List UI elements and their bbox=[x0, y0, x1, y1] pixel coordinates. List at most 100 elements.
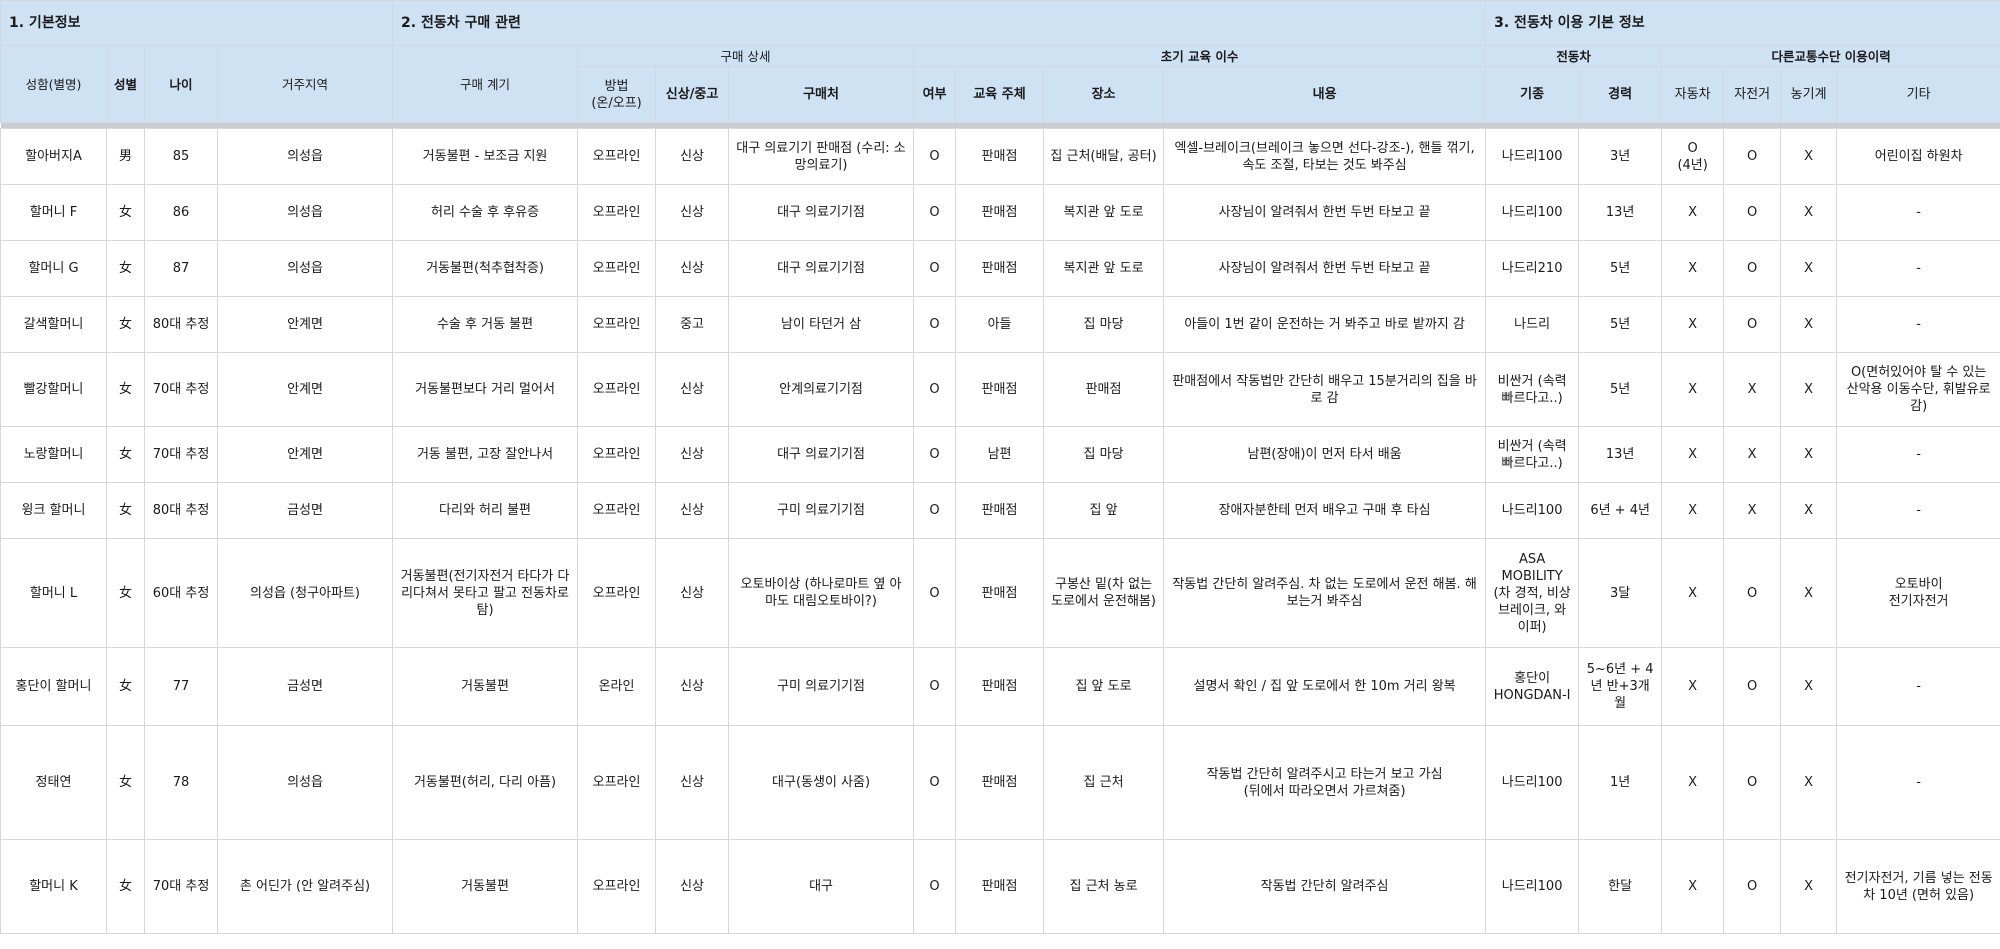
cell-region: 금성면 bbox=[216, 647, 394, 726]
col-region: 거주지역 bbox=[216, 45, 394, 123]
cell-car: X bbox=[1661, 296, 1725, 353]
cell-farm: X bbox=[1780, 128, 1838, 185]
cell-model: 비싼거 (속력 빠르다고..) bbox=[1485, 352, 1580, 427]
cell-method: 오프라인 bbox=[577, 538, 657, 648]
cell-farm: X bbox=[1780, 184, 1838, 241]
cell-gender: 女 bbox=[106, 725, 145, 840]
cell-edu-content: 사장님이 알려줘서 한번 두번 타보고 끝 bbox=[1163, 184, 1487, 241]
cell-edu-content: 작동법 간단히 알려주시고 타는거 보고 가심 (뒤에서 따라오면서 가르쳐줌) bbox=[1163, 725, 1487, 840]
cell-condition: 신상 bbox=[655, 426, 730, 483]
cell-farm: X bbox=[1780, 240, 1838, 297]
cell-place: 대구 의료기기점 bbox=[728, 426, 915, 483]
cell-experience: 한달 bbox=[1578, 839, 1663, 934]
cell-age: 86 bbox=[144, 184, 218, 241]
cell-car: O (4년) bbox=[1661, 128, 1725, 185]
cell-edu-place: 복지관 앞 도로 bbox=[1043, 184, 1165, 241]
cell-gender: 女 bbox=[106, 839, 145, 934]
cell-car: X bbox=[1661, 538, 1725, 648]
cell-bicycle: O bbox=[1723, 538, 1782, 648]
cell-condition: 신상 bbox=[655, 839, 730, 934]
cell-etc: - bbox=[1836, 184, 2000, 241]
cell-etc: 오토바이 전기자전거 bbox=[1836, 538, 2000, 648]
table-row: 할아버지A 男 85 의성읍 거동불편 - 보조금 지원 오프라인 신상 대구 의료기기 판매… bbox=[0, 128, 2000, 185]
cell-farm: X bbox=[1780, 839, 1838, 934]
cell-edu-done: O bbox=[913, 184, 957, 241]
cell-condition: 신상 bbox=[655, 647, 730, 726]
cell-experience: 5년 bbox=[1578, 296, 1663, 353]
cell-model: 나드리 bbox=[1485, 296, 1580, 353]
cell-edu-done: O bbox=[913, 296, 957, 353]
cell-bicycle: O bbox=[1723, 184, 1782, 241]
cell-experience: 3년 bbox=[1578, 128, 1663, 185]
table-body: 할아버지A 男 85 의성읍 거동불편 - 보조금 지원 오프라인 신상 대구 의료기기 판매… bbox=[0, 128, 2000, 934]
cell-car: X bbox=[1661, 240, 1725, 297]
col-experience: 경력 bbox=[1578, 66, 1663, 123]
cell-bicycle: O bbox=[1723, 240, 1782, 297]
cell-edu-done: O bbox=[913, 128, 957, 185]
col-edu-done: 여부 bbox=[913, 66, 957, 123]
cell-region: 의성읍 bbox=[216, 128, 394, 185]
group-other-transport: 다른교통수단 이용이력 bbox=[1661, 45, 2000, 67]
cell-place: 대구(동생이 사줌) bbox=[728, 725, 915, 840]
cell-experience: 5년 bbox=[1578, 352, 1663, 427]
cell-reason: 거동불편 bbox=[392, 647, 579, 726]
cell-place: 오토바이상 (하나로마트 옆 아마도 대림오토바이?) bbox=[728, 538, 915, 648]
cell-etc: - bbox=[1836, 426, 2000, 483]
cell-experience: 13년 bbox=[1578, 184, 1663, 241]
cell-edu-by: 아들 bbox=[955, 296, 1045, 353]
cell-gender: 女 bbox=[106, 296, 145, 353]
cell-edu-content: 작동법 간단히 알려주심. 차 없는 도로에서 운전 해봄. 해보는거 봐주심 bbox=[1163, 538, 1487, 648]
cell-experience: 5~6년 + 4년 반+3개월 bbox=[1578, 647, 1663, 726]
cell-edu-content: 사장님이 알려줘서 한번 두번 타보고 끝 bbox=[1163, 240, 1487, 297]
cell-age: 60대 추정 bbox=[144, 538, 218, 648]
table-row: 할머니 K 女 70대 추정 촌 어딘가 (안 알려주심) 거동불편 오프라인 신상 대구 O 판… bbox=[0, 839, 2000, 934]
cell-region: 촌 어딘가 (안 알려주심) bbox=[216, 839, 394, 934]
cell-bicycle: X bbox=[1723, 352, 1782, 427]
cell-edu-content: 남편(장애)이 먼저 타서 배움 bbox=[1163, 426, 1487, 483]
cell-name: 할머니 L bbox=[0, 538, 107, 648]
cell-model: 나드리100 bbox=[1485, 482, 1580, 539]
col-reason: 구매 계기 bbox=[392, 45, 579, 123]
cell-method: 오프라인 bbox=[577, 240, 657, 297]
col-farm: 농기계 bbox=[1780, 66, 1838, 123]
cell-region: 의성읍 bbox=[216, 725, 394, 840]
cell-edu-content: 아들이 1번 같이 운전하는 거 봐주고 바로 밭까지 감 bbox=[1163, 296, 1487, 353]
col-car: 자동차 bbox=[1661, 66, 1725, 123]
cell-edu-place: 판매점 bbox=[1043, 352, 1165, 427]
cell-place: 대구 bbox=[728, 839, 915, 934]
cell-reason: 거동불편 bbox=[392, 839, 579, 934]
cell-edu-place: 집 근처 bbox=[1043, 725, 1165, 840]
cell-edu-place: 집 마당 bbox=[1043, 426, 1165, 483]
cell-model: 홍단이 HONGDAN-I bbox=[1485, 647, 1580, 726]
cell-edu-content: 엑셀-브레이크(브레이크 놓으면 선다-강조-), 핸들 꺾기, 속도 조절, … bbox=[1163, 128, 1487, 185]
cell-region: 의성읍 bbox=[216, 184, 394, 241]
cell-experience: 1년 bbox=[1578, 725, 1663, 840]
cell-car: X bbox=[1661, 725, 1725, 840]
table-row: 할머니 F 女 86 의성읍 허리 수술 후 후유증 오프라인 신상 대구 의료기기점 O 판매점… bbox=[0, 184, 2000, 241]
cell-model: 나드리100 bbox=[1485, 839, 1580, 934]
section-usage: 3. 전동차 이용 기본 정보 bbox=[1485, 0, 2000, 46]
cell-model: 나드리100 bbox=[1485, 725, 1580, 840]
cell-car: X bbox=[1661, 184, 1725, 241]
cell-age: 80대 추정 bbox=[144, 482, 218, 539]
cell-car: X bbox=[1661, 839, 1725, 934]
cell-place: 구미 의료기기점 bbox=[728, 482, 915, 539]
cell-edu-done: O bbox=[913, 647, 957, 726]
cell-etc: - bbox=[1836, 240, 2000, 297]
cell-gender: 女 bbox=[106, 352, 145, 427]
cell-farm: X bbox=[1780, 725, 1838, 840]
cell-gender: 女 bbox=[106, 482, 145, 539]
cell-reason: 거동불편(전기자전거 타다가 다리다쳐서 못타고 팔고 전동차로 탐) bbox=[392, 538, 579, 648]
cell-etc: O(면허있어야 탈 수 있는 산악용 이동수단, 휘발유로 감) bbox=[1836, 352, 2000, 427]
cell-method: 오프라인 bbox=[577, 482, 657, 539]
cell-condition: 신상 bbox=[655, 352, 730, 427]
cell-condition: 신상 bbox=[655, 538, 730, 648]
col-age: 나이 bbox=[144, 45, 218, 123]
cell-edu-by: 판매점 bbox=[955, 482, 1045, 539]
cell-edu-done: O bbox=[913, 426, 957, 483]
cell-edu-content: 판매점에서 작동법만 간단히 배우고 15분거리의 집을 바로 감 bbox=[1163, 352, 1487, 427]
cell-farm: X bbox=[1780, 538, 1838, 648]
cell-name: 노랑할머니 bbox=[0, 426, 107, 483]
group-vehicle: 전동차 bbox=[1485, 45, 1663, 67]
table-row: 홍단이 할머니 女 77 금성면 거동불편 온라인 신상 구미 의료기기점 O 판매점 집 앞 도로… bbox=[0, 647, 2000, 726]
